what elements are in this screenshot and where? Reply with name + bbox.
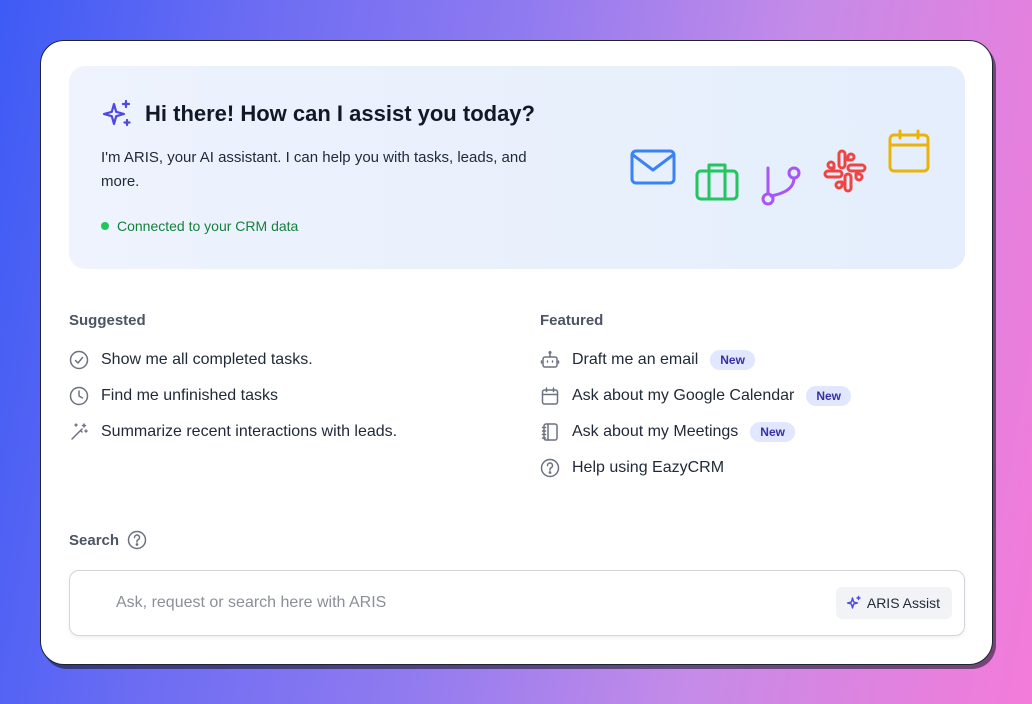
bot-icon	[540, 350, 560, 370]
suggested-item-label: Show me all completed tasks.	[101, 351, 313, 368]
suggested-item-label: Find me unfinished tasks	[101, 387, 278, 404]
notebook-icon	[540, 422, 560, 442]
assistant-card: Hi there! How can I assist you today? I'…	[40, 40, 993, 665]
search-input[interactable]	[116, 591, 816, 615]
git-branch-icon	[761, 166, 801, 206]
featured-item-label: Ask about my Meetings	[572, 423, 739, 440]
search-label-row: Search	[69, 530, 147, 550]
hero-description: I'm ARIS, your AI assistant. I can help …	[101, 149, 527, 190]
sparkles-icon	[846, 595, 861, 609]
search-label: Search	[69, 531, 120, 549]
suggested-item-unfinished-tasks[interactable]: Find me unfinished tasks	[69, 378, 397, 414]
suggested-list: Show me all completed tasks. Find me unf…	[69, 342, 397, 450]
mail-icon	[630, 149, 676, 185]
sparkles-icon	[102, 99, 131, 127]
featured-item-meetings[interactable]: Ask about my Meetings New	[540, 414, 851, 450]
new-badge: New	[750, 422, 795, 442]
featured-title: Featured	[540, 312, 604, 329]
featured-item-help[interactable]: Help using EazyCRM	[540, 450, 851, 486]
featured-item-label: Ask about my Google Calendar	[572, 387, 795, 404]
new-badge: New	[710, 350, 755, 370]
suggested-item-label: Summarize recent interactions with leads…	[101, 423, 398, 440]
connection-status: Connected to your CRM data	[101, 218, 298, 234]
calendar-icon	[540, 386, 560, 406]
calendar-icon	[888, 129, 930, 173]
help-circle-icon[interactable]	[127, 530, 147, 550]
clock-icon	[69, 386, 89, 406]
magic-wand-icon	[69, 422, 89, 442]
slack-icon	[823, 149, 867, 193]
aris-assist-label: ARIS Assist	[866, 595, 940, 611]
featured-item-draft-email[interactable]: Draft me an email New	[540, 342, 851, 378]
suggested-item-completed-tasks[interactable]: Show me all completed tasks.	[69, 342, 397, 378]
help-circle-icon	[540, 458, 560, 478]
hero-panel: Hi there! How can I assist you today? I'…	[69, 66, 965, 269]
featured-item-label: Help using EazyCRM	[572, 459, 725, 476]
new-badge: New	[806, 386, 852, 406]
suggested-title: Suggested	[69, 312, 146, 329]
featured-item-label: Draft me an email	[572, 351, 699, 368]
hero-title-row: Hi there! How can I assist you today?	[101, 98, 535, 130]
suggested-item-summarize-interactions[interactable]: Summarize recent interactions with leads…	[69, 414, 397, 450]
featured-item-google-calendar[interactable]: Ask about my Google Calendar New	[540, 378, 852, 414]
check-circle-icon	[69, 350, 89, 370]
aris-assist-button[interactable]: ARIS Assist	[835, 587, 952, 619]
search-box: ARIS Assist	[69, 570, 965, 636]
status-dot	[101, 222, 109, 230]
hero-title: Hi there! How can I assist you today?	[145, 101, 535, 126]
connection-status-text: Connected to your CRM data	[117, 218, 299, 234]
featured-list: Draft me an email New Ask about my Googl…	[540, 342, 852, 486]
briefcase-icon	[695, 163, 739, 201]
